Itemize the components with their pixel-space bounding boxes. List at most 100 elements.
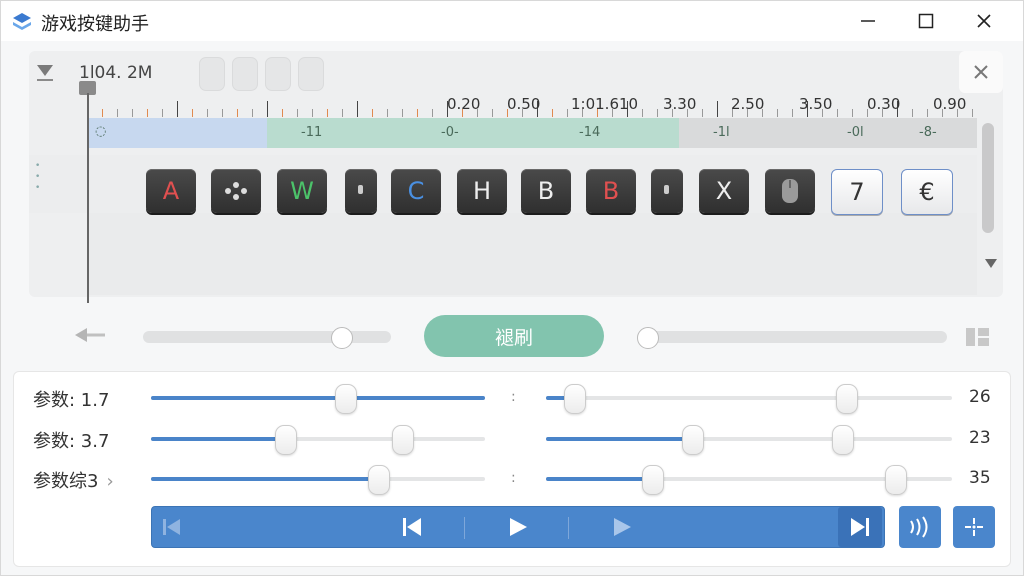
minimize-icon bbox=[861, 20, 875, 22]
param-left-slider-knob[interactable] bbox=[368, 465, 391, 495]
app-window: 游戏按键助手 1l04. 2M 0.20 0.50 1:01.610 3.30 2.50… bbox=[0, 0, 1024, 576]
left-range-slider[interactable] bbox=[143, 331, 391, 343]
playhead-line bbox=[87, 93, 89, 303]
ruler-tick bbox=[267, 101, 268, 117]
small-key-icon bbox=[358, 185, 363, 194]
wave-button[interactable] bbox=[899, 506, 941, 548]
ruler-tick bbox=[657, 109, 658, 117]
right-range-knob[interactable] bbox=[637, 327, 659, 349]
skip-start-icon bbox=[403, 518, 421, 536]
transport-bar bbox=[151, 506, 885, 548]
lane-segment-green[interactable] bbox=[267, 118, 679, 148]
small-key-icon bbox=[664, 185, 669, 194]
key-cap[interactable] bbox=[211, 169, 261, 213]
param-left-slider-fill bbox=[151, 437, 285, 441]
maximize-button[interactable] bbox=[897, 1, 955, 41]
param-right-slider-knob[interactable] bbox=[832, 425, 855, 455]
ruler-tick bbox=[222, 109, 223, 117]
ruler-tick bbox=[417, 109, 418, 117]
key-cap[interactable]: € bbox=[901, 169, 953, 215]
key-cap[interactable] bbox=[651, 169, 683, 213]
panel-close-button[interactable] bbox=[959, 51, 1003, 93]
ruler-tick bbox=[192, 109, 193, 117]
right-range-slider[interactable] bbox=[637, 331, 947, 343]
ruler-tick bbox=[792, 109, 793, 117]
lane-label: -8- bbox=[919, 125, 937, 140]
action-button[interactable]: 褪刷 bbox=[424, 315, 604, 357]
ruler-label: 0.20 bbox=[447, 95, 481, 113]
key-cap[interactable]: 7 bbox=[831, 169, 883, 215]
skip-start-faded-button[interactable] bbox=[158, 507, 186, 547]
ruler-label: 0.30 bbox=[867, 95, 901, 113]
minimize-button[interactable] bbox=[839, 1, 897, 41]
key-label: B bbox=[537, 177, 555, 205]
triangle-down-icon[interactable] bbox=[985, 259, 997, 268]
param-right-slider-fill bbox=[546, 477, 652, 481]
track-dots: • • • bbox=[35, 161, 41, 193]
param-right-slider-knob[interactable] bbox=[836, 384, 859, 414]
lane-label: -0- bbox=[441, 125, 459, 140]
layout-grid-icon[interactable] bbox=[965, 327, 991, 347]
crosshair-icon bbox=[965, 518, 983, 536]
key-cap[interactable]: C bbox=[391, 169, 441, 213]
key-cap[interactable]: X bbox=[699, 169, 749, 213]
ruler-tick bbox=[432, 109, 433, 117]
param-right-slider-track[interactable] bbox=[546, 396, 952, 400]
back-arrow-icon[interactable] bbox=[73, 325, 107, 350]
key-cap[interactable]: H bbox=[457, 169, 507, 213]
param-separator: : bbox=[511, 470, 516, 486]
ruler-tick bbox=[387, 109, 388, 117]
ruler-tick bbox=[177, 101, 178, 117]
close-icon bbox=[974, 65, 988, 79]
crosshair-button[interactable] bbox=[953, 506, 995, 548]
vertical-scrollbar[interactable] bbox=[979, 117, 999, 247]
key-cap[interactable]: B bbox=[521, 169, 571, 213]
ruler-tick bbox=[252, 109, 253, 117]
key-cap[interactable] bbox=[345, 169, 377, 213]
key-cap[interactable]: B bbox=[586, 169, 636, 213]
param-left-slider-knob[interactable] bbox=[274, 425, 297, 455]
param-name: 参数: bbox=[33, 390, 81, 411]
param-value: 1.7 bbox=[80, 390, 110, 411]
lane-start-icon: ◌ bbox=[95, 124, 107, 139]
ruler-tick bbox=[642, 109, 643, 117]
mouse-icon bbox=[782, 179, 798, 203]
left-range-knob[interactable] bbox=[331, 327, 353, 349]
collapse-triangle-icon[interactable] bbox=[37, 65, 53, 76]
ruler-tick bbox=[717, 101, 718, 117]
ruler-label: 1:01.610 bbox=[571, 95, 639, 113]
ruler-tick bbox=[972, 109, 973, 117]
param-label: 参数综3 › bbox=[33, 467, 114, 493]
param-right-slider-knob[interactable] bbox=[564, 384, 587, 414]
app-logo-icon bbox=[13, 13, 31, 30]
ruler-label: 3.50 bbox=[799, 95, 833, 113]
skip-start-button[interactable] bbox=[398, 507, 426, 547]
scroll-thumb[interactable] bbox=[982, 123, 994, 233]
param-right-slider-knob[interactable] bbox=[641, 465, 664, 495]
key-cap[interactable]: W bbox=[277, 169, 327, 213]
param-left-slider-knob[interactable] bbox=[391, 425, 414, 455]
timeline-ruler[interactable]: 0.20 0.50 1:01.610 3.30 2.50 3.50 0.30 0.90 bbox=[87, 95, 977, 117]
ruler-tick bbox=[147, 109, 148, 117]
play-faded-button[interactable] bbox=[608, 507, 636, 547]
ruler-tick bbox=[207, 109, 208, 117]
close-button[interactable] bbox=[955, 1, 1013, 41]
play-button[interactable] bbox=[504, 507, 532, 547]
ruler-tick bbox=[357, 101, 358, 117]
param-left-slider-knob[interactable] bbox=[334, 384, 357, 414]
transport-separator bbox=[568, 517, 569, 539]
key-cap[interactable] bbox=[765, 169, 815, 213]
wave-icon bbox=[910, 516, 928, 538]
ghost-button-3 bbox=[265, 57, 291, 91]
chevron-right-icon: › bbox=[106, 471, 114, 492]
key-cap[interactable]: A bbox=[146, 169, 196, 213]
param-end-value: 23 bbox=[969, 428, 991, 448]
param-right-slider-knob[interactable] bbox=[885, 465, 908, 495]
timeline-lanes[interactable]: ◌ bbox=[87, 118, 977, 148]
skip-end-button[interactable] bbox=[838, 507, 882, 547]
ruler-tick bbox=[927, 109, 928, 117]
param-right-slider-knob[interactable] bbox=[682, 425, 705, 455]
lane-label: -1l bbox=[713, 125, 730, 140]
param-left-slider-fill bbox=[151, 396, 485, 400]
lane-segment-blue[interactable] bbox=[87, 118, 267, 148]
